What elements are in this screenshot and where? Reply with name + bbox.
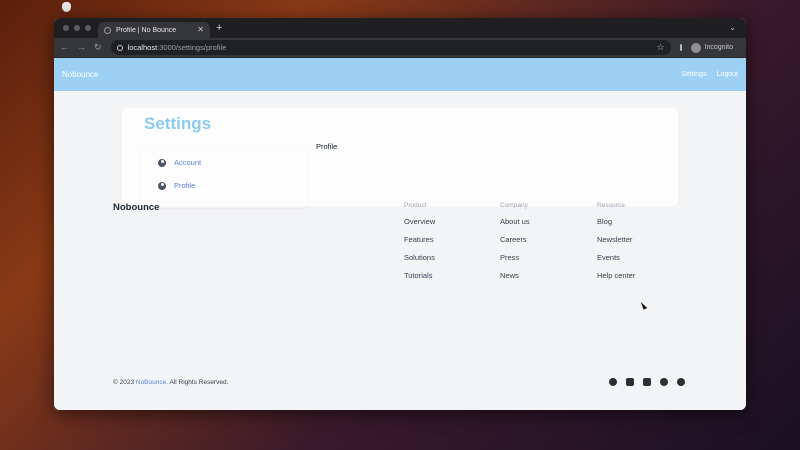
browser-menu-icon[interactable]: ⋮	[742, 43, 746, 52]
footer-link[interactable]: Features	[404, 235, 435, 253]
mac-menubar	[0, 0, 800, 14]
footer-link[interactable]: Overview	[404, 217, 435, 235]
incognito-indicator[interactable]: Incognito	[690, 42, 733, 53]
forward-button[interactable]: →	[77, 43, 86, 52]
menu-item-label: Account	[174, 158, 202, 167]
footer-brand: Nobounce	[113, 202, 160, 213]
incognito-icon	[690, 42, 701, 53]
close-window-button[interactable]	[63, 25, 69, 31]
reload-button[interactable]: ↻	[94, 43, 102, 52]
tab-search-icon[interactable]: ⌄	[729, 23, 736, 32]
apple-icon[interactable]	[62, 2, 71, 12]
user-circle-icon	[158, 181, 166, 190]
footer-link[interactable]: Blog	[597, 217, 635, 235]
side-panel-icon[interactable]	[679, 44, 682, 51]
footer-column-heading: Company	[500, 202, 528, 209]
twitter-icon[interactable]	[643, 378, 651, 386]
new-tab-button[interactable]: +	[216, 23, 222, 34]
social-links	[609, 378, 685, 386]
footer-link[interactable]: About us	[500, 217, 530, 235]
dribbble-icon[interactable]	[677, 378, 685, 386]
nav-links: Settings Logout	[681, 71, 738, 78]
url-host: localhost	[127, 43, 158, 52]
user-circle-icon	[158, 158, 166, 167]
bookmark-star-icon[interactable]: ☆	[656, 43, 664, 52]
copyright-suffix: All Rights Reserved.	[169, 379, 229, 386]
footer-link[interactable]: Newsletter	[597, 235, 635, 253]
settings-menu-item-profile[interactable]: Profile	[158, 181, 195, 190]
minimize-window-button[interactable]	[74, 25, 80, 31]
footer-column-product: Product Overview Features Solutions Tuto…	[404, 202, 435, 289]
footer-column-resource: Resource Blog Newsletter Events Help cen…	[597, 202, 635, 289]
window-controls	[63, 25, 91, 31]
site-info-icon[interactable]	[116, 44, 123, 51]
panel-heading: Profile	[316, 142, 338, 151]
footer-link[interactable]: Careers	[500, 235, 530, 253]
footer-link[interactable]: Press	[500, 253, 530, 271]
footer-link[interactable]: News	[500, 271, 530, 289]
mouse-cursor-icon	[640, 300, 648, 310]
copyright-text: © 2023 NoBounce. All Rights Reserved.	[113, 379, 228, 386]
settings-menu: Account Profile	[140, 148, 308, 208]
page-title: Settings	[144, 114, 212, 133]
address-bar[interactable]: localhost:3000/settings/profile ☆	[110, 40, 671, 55]
nav-logout-link[interactable]: Logout	[717, 71, 738, 78]
close-tab-icon[interactable]: ✕	[197, 26, 204, 34]
github-icon[interactable]	[660, 378, 668, 386]
settings-card: Settings Account Profile Profile	[122, 108, 678, 206]
url-path: :3000/settings/profile	[157, 43, 227, 52]
browser-toolbar: ← → ↻ localhost:3000/settings/profile ☆ …	[54, 38, 746, 58]
back-button[interactable]: ←	[60, 43, 69, 52]
footer-link[interactable]: Help center	[597, 271, 635, 289]
tab-strip: Profile | No Bounce ✕ + ⌄	[54, 18, 746, 38]
instagram-icon[interactable]	[626, 378, 634, 386]
tab-title: Profile | No Bounce	[116, 26, 177, 34]
footer-column-heading: Product	[404, 202, 427, 209]
browser-tab[interactable]: Profile | No Bounce ✕	[98, 22, 210, 38]
page-viewport: Nobounce Settings Logout Settings Accoun…	[54, 58, 746, 410]
settings-menu-item-account[interactable]: Account	[158, 158, 201, 167]
brand-link[interactable]: Nobounce	[62, 70, 98, 79]
incognito-label: Incognito	[704, 44, 733, 51]
facebook-icon[interactable]	[609, 378, 617, 386]
nav-settings-link[interactable]: Settings	[681, 71, 706, 78]
globe-icon	[104, 26, 111, 34]
browser-window: Profile | No Bounce ✕ + ⌄ ← → ↻ localhos…	[54, 18, 746, 410]
url-text: localhost:3000/settings/profile	[128, 43, 652, 52]
footer-link[interactable]: Solutions	[404, 253, 435, 271]
maximize-window-button[interactable]	[85, 25, 91, 31]
copyright-prefix: © 2023	[113, 379, 135, 386]
footer-column-heading: Resource	[597, 202, 625, 209]
menu-item-label: Profile	[174, 181, 196, 190]
app-navbar: Nobounce Settings Logout	[54, 58, 746, 91]
footer-column-company: Company About us Careers Press News	[500, 202, 530, 289]
footer-link[interactable]: Events	[597, 253, 635, 271]
footer-link[interactable]: Tutorials	[404, 271, 435, 289]
copyright-brand-link[interactable]: NoBounce.	[136, 379, 168, 386]
